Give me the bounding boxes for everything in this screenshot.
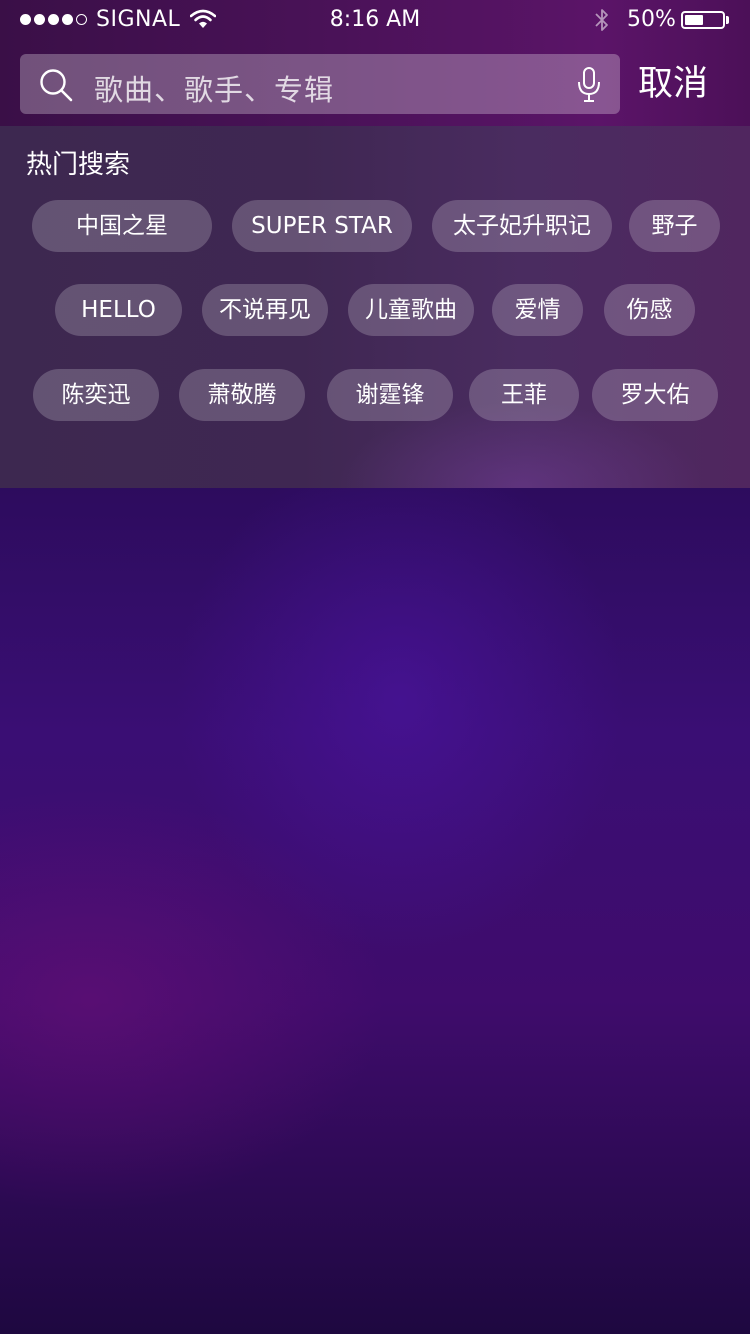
battery-percent: 50% [627, 7, 676, 32]
hot-search-tag[interactable]: 爱情 [492, 284, 583, 336]
hot-search-tag[interactable]: 不说再见 [202, 284, 328, 336]
hot-search-tag[interactable]: SUPER STAR [232, 200, 412, 252]
hot-search-tag[interactable]: 太子妃升职记 [432, 200, 612, 252]
search-placeholder[interactable]: 歌曲、歌手、专辑 [94, 67, 334, 109]
hot-search-tag[interactable]: 陈奕迅 [33, 369, 159, 421]
hot-search-tag[interactable]: 中国之星 [32, 200, 212, 252]
hot-search-tag[interactable]: 野子 [629, 200, 720, 252]
hot-search-tag[interactable]: 萧敬腾 [179, 369, 305, 421]
hot-search-tag[interactable]: HELLO [55, 284, 182, 336]
battery-tip [726, 16, 729, 24]
hot-search-tag[interactable]: 罗大佑 [592, 369, 718, 421]
hot-search-tag[interactable]: 儿童歌曲 [348, 284, 474, 336]
search-icon [40, 69, 73, 102]
status-bar: SIGNAL 8:16 AM 50% [0, 0, 750, 40]
microphone-icon[interactable] [576, 67, 602, 103]
hot-search-tag[interactable]: 王菲 [469, 369, 579, 421]
hot-search-tag[interactable]: 伤感 [604, 284, 695, 336]
battery-level [685, 15, 703, 25]
hot-search-panel: 热门搜索 中国之星 SUPER STAR 太子妃升职记 野子 HELLO 不说再… [0, 126, 750, 488]
hot-search-tag[interactable]: 谢霆锋 [327, 369, 453, 421]
search-field[interactable]: 歌曲、歌手、专辑 [20, 54, 620, 114]
background-area [0, 488, 750, 1334]
cancel-button[interactable]: 取消 [632, 58, 714, 110]
bluetooth-icon [595, 9, 608, 31]
battery-icon [681, 11, 725, 29]
hot-search-title: 热门搜索 [26, 150, 131, 180]
